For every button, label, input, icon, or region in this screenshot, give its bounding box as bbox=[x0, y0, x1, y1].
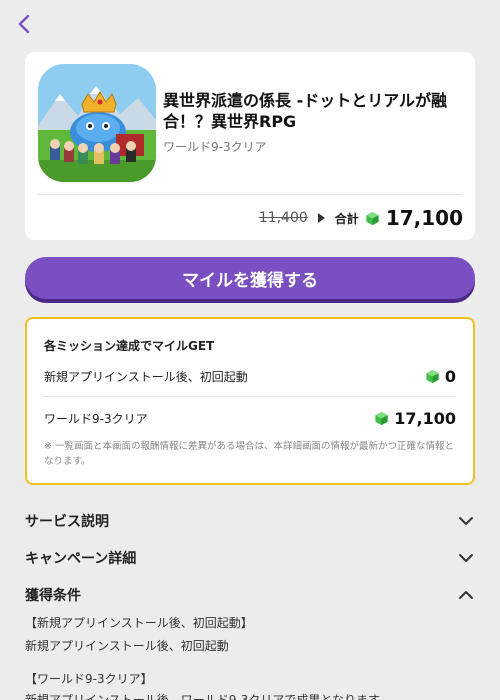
mission-value: 17,100 bbox=[374, 409, 456, 428]
arrow-right-icon bbox=[317, 213, 325, 223]
mission-value: 0 bbox=[425, 367, 456, 386]
app-title: 異世界派遣の係長 -ドットとリアルが融合！？異世界RPG bbox=[163, 91, 448, 131]
mission-box: 各ミッション達成でマイルGET 新規アプリインストール後、初回起動 0 ワールド… bbox=[25, 317, 475, 485]
back-button[interactable] bbox=[14, 12, 36, 36]
price-row: 11,400 合計 17,100 bbox=[259, 203, 463, 233]
app-card: 異世界派遣の係長 -ドットとリアルが融合！？異世界RPG ワールド9-3クリア … bbox=[25, 52, 475, 240]
condition-text: 【新規アプリインストール後、初回起動】 bbox=[25, 616, 253, 630]
mission-row: 新規アプリインストール後、初回起動 0 bbox=[44, 365, 456, 387]
chevron-down-icon bbox=[457, 512, 475, 530]
section-service-description[interactable]: サービス説明 bbox=[25, 508, 475, 534]
gem-icon bbox=[365, 211, 380, 226]
condition-text: 新規アプリインストール後、初回起動 bbox=[25, 639, 229, 653]
mission-note: ※ 一覧画面と本画面の報酬情報に差異がある場合は、本詳細画面の情報が最新かつ正確… bbox=[44, 441, 454, 467]
mission-row: ワールド9-3クリア 17,100 bbox=[44, 407, 456, 429]
divider bbox=[38, 194, 462, 195]
mission-heading: 各ミッション達成でマイルGET bbox=[44, 339, 215, 353]
earn-miles-button[interactable]: マイルを獲得する bbox=[25, 257, 475, 299]
chevron-down-icon bbox=[457, 549, 475, 567]
app-icon[interactable] bbox=[38, 64, 156, 182]
gem-icon bbox=[374, 411, 389, 426]
section-title: キャンペーン詳細 bbox=[25, 551, 137, 567]
condition-text: 【ワールド9-3クリア】 bbox=[25, 672, 153, 686]
section-title: サービス説明 bbox=[25, 514, 109, 530]
mission-value-number: 17,100 bbox=[394, 408, 456, 428]
chevron-left-icon bbox=[18, 14, 30, 34]
app-mission-subtitle: ワールド9-3クリア bbox=[163, 140, 267, 154]
mission-label: ワールド9-3クリア bbox=[44, 411, 148, 426]
chevron-up-icon bbox=[457, 586, 475, 604]
divider bbox=[44, 396, 456, 397]
section-campaign-details[interactable]: キャンペーン詳細 bbox=[25, 545, 475, 571]
old-price: 11,400 bbox=[258, 210, 308, 226]
gem-icon bbox=[425, 369, 440, 384]
condition-text: 新規アプリインストール後、ワールド9-3クリアで成果となります。 bbox=[25, 693, 391, 700]
section-title: 獲得条件 bbox=[25, 588, 81, 604]
total-label: 合計 bbox=[334, 211, 359, 226]
total-value: 17,100 bbox=[385, 206, 463, 230]
section-acquisition-conditions[interactable]: 獲得条件 bbox=[25, 582, 475, 608]
mission-label: 新規アプリインストール後、初回起動 bbox=[44, 369, 248, 384]
mission-value-number: 0 bbox=[444, 366, 456, 386]
